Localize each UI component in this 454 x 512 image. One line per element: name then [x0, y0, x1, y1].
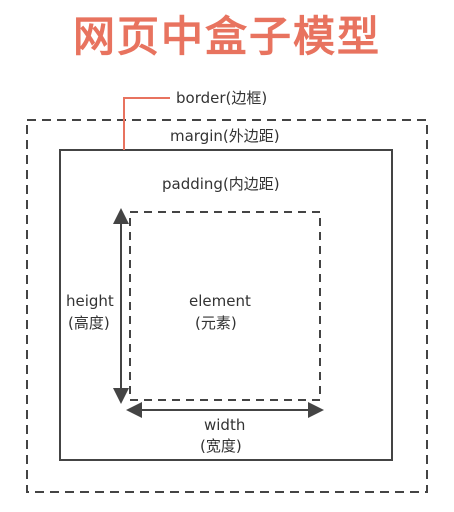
margin-label: margin(外边距): [170, 127, 280, 145]
box-model-diagram: [26, 97, 428, 493]
padding-label: padding(内边距): [162, 175, 280, 193]
width-label: width: [204, 416, 246, 434]
element-label: element: [189, 292, 251, 310]
width-cn-label: (宽度): [200, 437, 242, 455]
border-pointer-line: [123, 97, 170, 150]
border-label: border(边框): [176, 89, 268, 107]
height-cn-label: (高度): [68, 314, 110, 332]
element-cn-label: (元素): [195, 314, 237, 332]
height-label: height: [66, 292, 114, 310]
